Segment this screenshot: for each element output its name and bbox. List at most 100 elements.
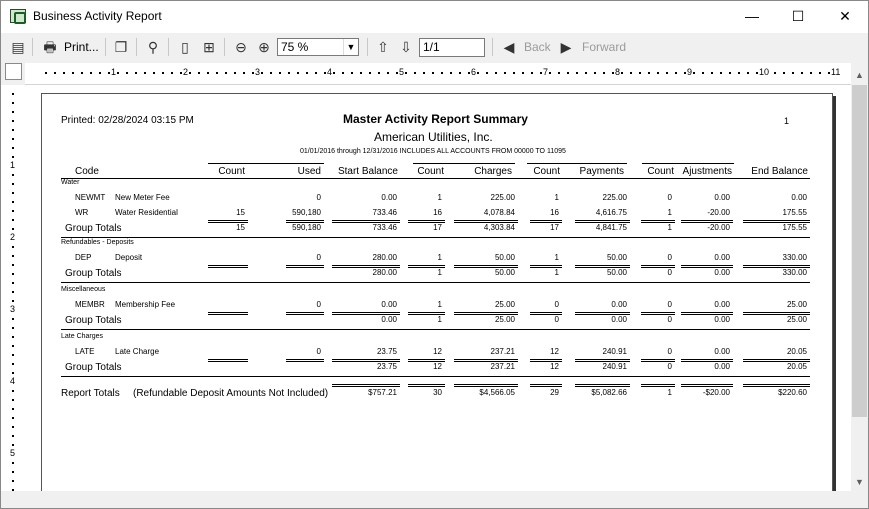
report-total-rule <box>454 386 518 387</box>
ruler-number: 8 <box>615 67 621 77</box>
horizontal-scrollbar[interactable] <box>1 491 851 508</box>
window-title: Business Activity Report <box>33 9 162 23</box>
ruler-tick <box>252 72 254 74</box>
previous-page-icon[interactable]: ⇧ <box>373 37 393 57</box>
total-rule <box>408 265 445 266</box>
ruler-tick <box>369 72 371 74</box>
report-totals-note: (Refundable Deposit Amounts Not Included… <box>133 388 329 399</box>
row-code: DEP <box>75 253 92 262</box>
ruler-tick <box>12 246 14 248</box>
group-total-value: 280.00 <box>372 268 397 277</box>
ruler-tick <box>12 183 14 185</box>
single-page-icon[interactable]: ▯ <box>175 37 195 57</box>
zoom-select[interactable]: 75 % ▼ <box>277 38 359 56</box>
row-value: 237.21 <box>490 347 515 356</box>
ruler-tick <box>243 72 245 74</box>
ruler-tick <box>423 72 425 74</box>
group-total-value: 0 <box>667 315 672 324</box>
zoom-value: 75 % <box>281 40 309 54</box>
header-group-line <box>527 163 627 164</box>
ruler-tick <box>144 72 146 74</box>
group-total-value: 0.00 <box>611 315 627 324</box>
report-total-value: 30 <box>433 388 442 397</box>
ruler-tick <box>468 72 470 74</box>
ruler-tick <box>666 72 668 74</box>
toggle-tree-icon[interactable]: ▤ <box>8 37 28 57</box>
total-rule <box>208 312 248 313</box>
ruler-tick <box>54 72 56 74</box>
ruler-tick <box>162 72 164 74</box>
zoom-in-icon[interactable]: ⊕ <box>254 37 274 57</box>
ruler-tick <box>261 72 263 74</box>
column-header: Code <box>75 166 99 177</box>
page-number-input[interactable]: 1/1 <box>419 38 485 57</box>
row-value: 4,078.84 <box>483 208 515 217</box>
copy-icon[interactable]: ❐ <box>111 37 131 57</box>
print-button[interactable]: Print... <box>64 37 99 57</box>
forward-button[interactable]: Forward <box>582 37 626 57</box>
ruler-tick <box>180 72 182 74</box>
next-page-icon[interactable]: ⇩ <box>396 37 416 57</box>
group-total-value: 330.00 <box>782 268 807 277</box>
row-value: 0 <box>554 300 559 309</box>
ruler-tick <box>711 72 713 74</box>
toolbar-separator <box>32 38 33 56</box>
minimize-button[interactable]: — <box>729 1 775 33</box>
zoom-out-icon[interactable]: ⊖ <box>231 37 251 57</box>
close-button[interactable]: ✕ <box>822 1 868 33</box>
ruler-tick <box>639 72 641 74</box>
ruler-number: 10 <box>759 67 770 77</box>
chevron-down-icon[interactable]: ▼ <box>343 39 358 55</box>
vertical-scrollbar[interactable]: ▲ ▼ <box>851 67 868 491</box>
ruler-tick <box>360 72 362 74</box>
header-group-line <box>208 163 324 164</box>
ruler-tick <box>108 72 110 74</box>
ruler-tick <box>12 273 14 275</box>
total-rule <box>743 359 810 360</box>
ruler-tick <box>675 72 677 74</box>
ruler-tick <box>396 72 398 74</box>
section-divider <box>61 376 810 377</box>
ruler-tick <box>12 354 14 356</box>
back-button[interactable]: Back <box>524 37 551 57</box>
total-rule <box>530 312 562 313</box>
row-value: 1 <box>437 253 442 262</box>
forward-arrow-icon[interactable]: ▶ <box>556 37 576 57</box>
scroll-up-icon[interactable]: ▲ <box>851 67 868 84</box>
ruler-tick <box>576 72 578 74</box>
scroll-down-icon[interactable]: ▼ <box>851 474 868 491</box>
report-total-value: $757.21 <box>368 388 397 397</box>
total-rule <box>530 265 562 266</box>
ruler-tick <box>351 72 353 74</box>
scroll-thumb[interactable] <box>852 85 867 417</box>
ruler-number: 2 <box>183 67 189 77</box>
find-binoculars-icon[interactable]: ⚲ <box>143 37 163 57</box>
ruler-tick <box>288 72 290 74</box>
row-value: 4,616.75 <box>595 208 627 217</box>
toolbar-separator <box>136 38 137 56</box>
ruler-tick <box>693 72 695 74</box>
total-rule <box>681 359 733 360</box>
ruler-tick <box>306 72 308 74</box>
preview-viewport[interactable]: Printed: 02/28/2024 03:15 PM 1 Master Ac… <box>25 85 851 491</box>
multi-page-icon[interactable]: ⊞ <box>199 37 219 57</box>
report-total-rule <box>681 386 733 387</box>
report-total-value: $4,566.05 <box>479 388 515 397</box>
ruler-number: 6 <box>471 67 477 77</box>
group-total-value: 4,303.84 <box>483 223 515 232</box>
total-rule <box>641 220 675 221</box>
back-arrow-icon[interactable]: ◀ <box>499 37 519 57</box>
toolbar-separator <box>168 38 169 56</box>
maximize-button[interactable]: ☐ <box>775 1 821 33</box>
toolbar-separator <box>492 38 493 56</box>
total-rule <box>454 359 518 360</box>
header-group-line <box>642 163 734 164</box>
ruler-tick <box>432 72 434 74</box>
row-value: 330.00 <box>782 253 807 262</box>
group-totals-label: Group Totals <box>65 315 122 326</box>
column-header: Start Balance <box>337 166 398 177</box>
total-rule <box>641 359 675 360</box>
ruler-tick <box>12 471 14 473</box>
printer-icon[interactable]: 🖶 <box>40 37 60 57</box>
ruler-tick <box>12 336 14 338</box>
